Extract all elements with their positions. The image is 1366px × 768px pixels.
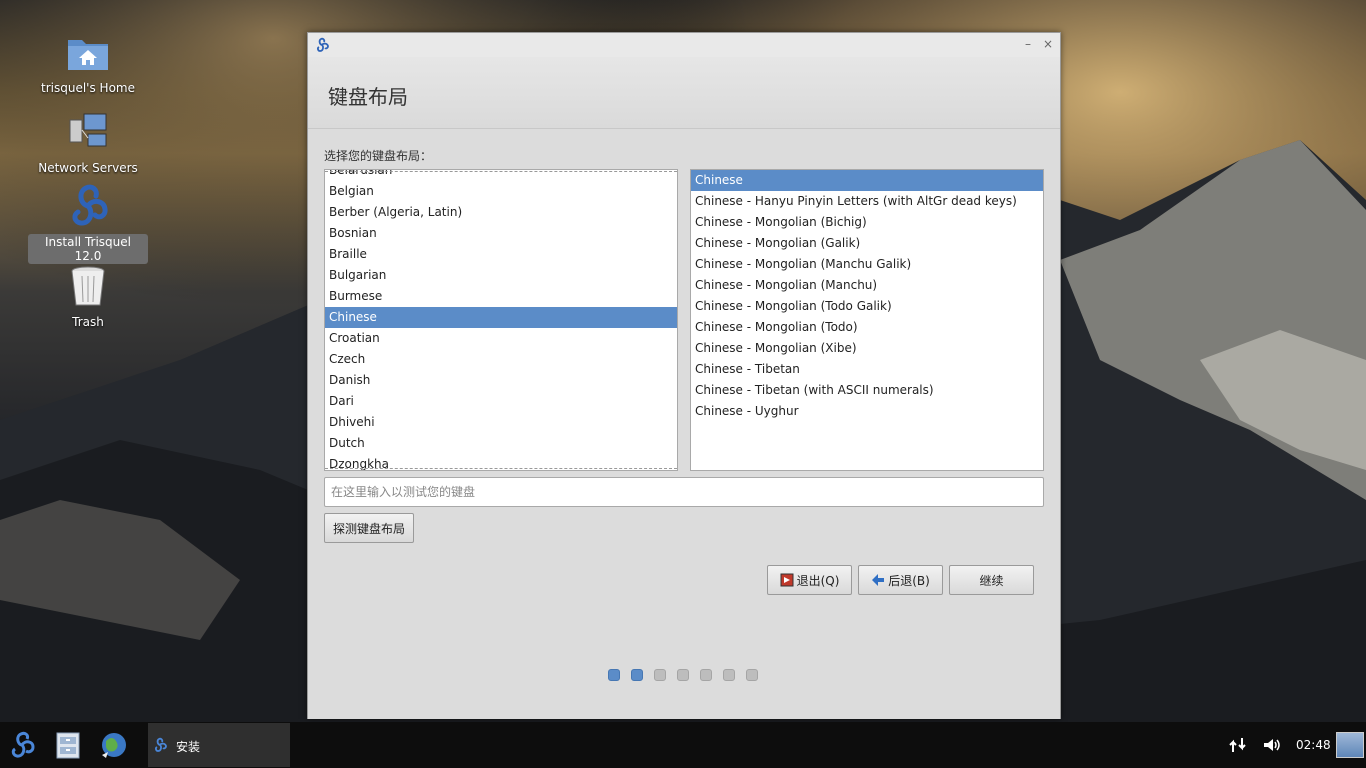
- list-item[interactable]: Chinese - Mongolian (Galik): [691, 233, 1043, 254]
- trisquel-installer-icon: [72, 184, 108, 226]
- progress-step-dot: [700, 669, 712, 681]
- taskbar-task-installer[interactable]: 安装: [148, 723, 290, 767]
- progress-step-dot: [677, 669, 689, 681]
- list-item[interactable]: Chinese - Tibetan (with ASCII numerals): [691, 380, 1043, 401]
- back-label: 后退(B): [888, 573, 930, 588]
- list-item[interactable]: Chinese - Mongolian (Bichig): [691, 212, 1043, 233]
- list-item[interactable]: Chinese - Mongolian (Todo): [691, 317, 1043, 338]
- list-item[interactable]: Chinese: [325, 307, 677, 328]
- list-item[interactable]: Burmese: [325, 286, 677, 307]
- show-desktop-icon[interactable]: [1336, 732, 1364, 758]
- list-item[interactable]: Bosnian: [325, 223, 677, 244]
- desktop-icon-label: Trash: [72, 315, 104, 329]
- continue-label: 继续: [979, 573, 1004, 588]
- list-item[interactable]: Chinese - Mongolian (Manchu): [691, 275, 1043, 296]
- page-title: 键盘布局: [328, 85, 408, 109]
- list-item[interactable]: Belgian: [325, 181, 677, 202]
- scroll-edge-bottom: [325, 468, 677, 469]
- network-icon[interactable]: [1228, 736, 1248, 754]
- home-folder-icon: [68, 40, 108, 70]
- list-item[interactable]: Dutch: [325, 433, 677, 454]
- desktop-icon-install-trisquel[interactable]: Install Trisquel 12.0: [28, 182, 148, 264]
- keyboard-test-input[interactable]: [324, 477, 1044, 507]
- progress-step-dot: [608, 669, 620, 681]
- desktop-icon-network-servers[interactable]: Network Servers: [28, 108, 148, 176]
- progress-step-dot: [746, 669, 758, 681]
- trisquel-menu-icon[interactable]: [6, 729, 38, 761]
- list-item[interactable]: Croatian: [325, 328, 677, 349]
- minimize-button[interactable]: –: [1020, 36, 1036, 52]
- list-item[interactable]: Chinese - Hanyu Pinyin Letters (with Alt…: [691, 191, 1043, 212]
- taskbar: 安装 02:48: [0, 722, 1366, 768]
- web-browser-icon[interactable]: [98, 729, 130, 761]
- variant-list[interactable]: Chinese Chinese - Hanyu Pinyin Letters (w…: [690, 169, 1044, 471]
- detect-layout-label: 探测键盘布局: [332, 521, 405, 536]
- installer-window: – × 键盘布局 选择您的键盘布局： Belarusian Belgian Berb…: [307, 32, 1061, 719]
- quit-button[interactable]: 退出(Q): [767, 565, 852, 595]
- trash-icon: [71, 266, 105, 306]
- list-item[interactable]: Chinese - Uyghur: [691, 401, 1043, 422]
- page-header: 键盘布局: [308, 57, 1060, 129]
- desktop-icon-label: trisquel's Home: [41, 81, 135, 95]
- variant-list-rows: Chinese Chinese - Hanyu Pinyin Letters (w…: [691, 170, 1043, 422]
- list-item[interactable]: Berber (Algeria, Latin): [325, 202, 677, 223]
- list-item[interactable]: Chinese - Tibetan: [691, 359, 1043, 380]
- desktop-icon-label: Install Trisquel 12.0: [28, 234, 148, 264]
- quit-label: 退出(Q): [796, 573, 840, 588]
- desktop-icon-label: Network Servers: [38, 161, 138, 175]
- list-item[interactable]: Chinese: [691, 170, 1043, 191]
- detect-layout-button[interactable]: 探测键盘布局: [324, 513, 414, 543]
- progress-step-dot: [631, 669, 643, 681]
- network-servers-icon: [69, 113, 107, 147]
- list-item[interactable]: Chinese - Mongolian (Todo Galik): [691, 296, 1043, 317]
- desktop-icon-home[interactable]: trisquel's Home: [28, 28, 148, 96]
- trisquel-app-icon: [155, 737, 167, 752]
- taskbar-task-title: 安装: [176, 740, 201, 754]
- list-item[interactable]: Dhivehi: [325, 412, 677, 433]
- list-item[interactable]: Danish: [325, 370, 677, 391]
- quit-icon: [780, 573, 794, 587]
- scroll-edge-top: [325, 171, 677, 172]
- window-titlebar[interactable]: – ×: [308, 33, 1060, 57]
- progress-step-dot: [723, 669, 735, 681]
- trisquel-app-icon: [317, 37, 329, 52]
- list-item[interactable]: Czech: [325, 349, 677, 370]
- file-manager-icon[interactable]: [52, 729, 84, 761]
- list-item[interactable]: Bulgarian: [325, 265, 677, 286]
- list-item[interactable]: Chinese - Mongolian (Xibe): [691, 338, 1043, 359]
- volume-icon[interactable]: [1262, 736, 1282, 754]
- arrow-left-icon: [872, 574, 885, 586]
- continue-button[interactable]: 继续: [949, 565, 1034, 595]
- list-item[interactable]: Braille: [325, 244, 677, 265]
- page-content: 选择您的键盘布局： Belarusian Belgian Berber (Alger…: [308, 129, 1060, 719]
- close-button[interactable]: ×: [1040, 36, 1056, 52]
- desktop-icon-trash[interactable]: Trash: [28, 262, 148, 330]
- progress-step-dot: [654, 669, 666, 681]
- progress-steps: [608, 669, 758, 681]
- clock[interactable]: 02:48: [1296, 738, 1331, 752]
- layout-prompt: 选择您的键盘布局：: [324, 149, 433, 163]
- layout-list[interactable]: Belarusian Belgian Berber (Algeria, Latin)…: [324, 169, 678, 471]
- back-button[interactable]: 后退(B): [858, 565, 943, 595]
- list-item[interactable]: Dari: [325, 391, 677, 412]
- list-item[interactable]: Chinese - Mongolian (Manchu Galik): [691, 254, 1043, 275]
- layout-list-rows: Belarusian Belgian Berber (Algeria, Latin)…: [325, 170, 677, 470]
